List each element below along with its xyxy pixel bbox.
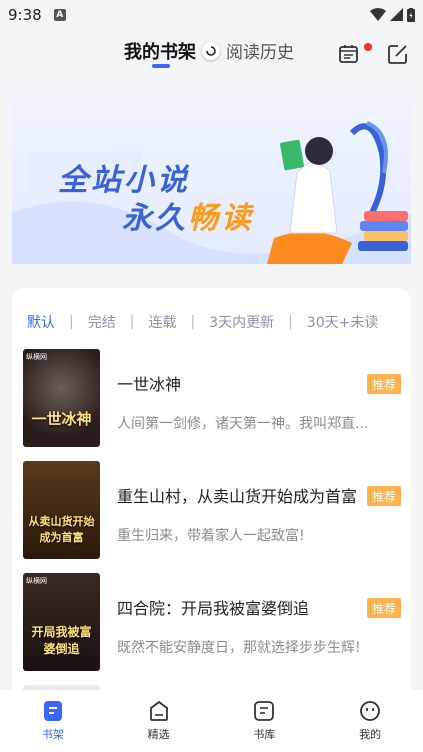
filter-bar: 默认 | 完结 | 连载 | 3天内更新 | 30天+未读 xyxy=(27,312,378,332)
recommend-badge: 推荐 xyxy=(367,598,401,618)
cover-tag: 纵横网 xyxy=(26,353,47,361)
signal-icon xyxy=(390,8,403,21)
cover-title: 开局我被富婆倒追 xyxy=(31,625,92,656)
filter-serializing[interactable]: 连载 xyxy=(148,312,176,332)
recommend-badge: 推荐 xyxy=(367,374,401,394)
battery-icon xyxy=(407,8,415,22)
nav-bookshelf[interactable]: 书架 xyxy=(0,690,106,752)
nav-label: 书库 xyxy=(253,728,276,741)
nav-label: 我的 xyxy=(359,728,382,741)
book-item[interactable]: 从卖山货开始成为首富 重生山村，从卖山货开始成为首富 重生归来，带着家人一起致富… xyxy=(23,461,401,559)
tab-indicator xyxy=(152,64,170,68)
book-title: 一世冰神 xyxy=(117,375,182,394)
book-cover[interactable]: 纵横网 开局我被富婆倒追 xyxy=(23,573,100,671)
nav-profile[interactable]: 我的 xyxy=(317,690,423,752)
status-icons xyxy=(370,8,415,22)
status-time: 9:38 xyxy=(8,6,42,24)
banner-sub-a: 永久 xyxy=(122,201,188,236)
promo-banner[interactable]: 全站小说 永久畅读 xyxy=(12,93,411,264)
loading-spinner-icon xyxy=(202,42,220,60)
book-item[interactable]: 纵横网 开局我被富婆倒追 四合院：开局我被富婆倒追 既然不能安静度日，那就选择步… xyxy=(23,573,401,671)
filter-separator: | xyxy=(288,314,293,330)
nav-featured[interactable]: 精选 xyxy=(106,690,212,752)
filter-unread-30days[interactable]: 30天+未读 xyxy=(307,312,379,332)
filter-separator: | xyxy=(69,314,74,330)
banner-subheadline: 永久畅读 xyxy=(122,193,254,237)
recommend-badge: 推荐 xyxy=(367,486,401,506)
cover-title: 一世冰神 xyxy=(31,410,92,428)
cover-tag: 纵横网 xyxy=(26,577,47,585)
book-cover[interactable]: 从卖山货开始成为首富 xyxy=(23,461,100,559)
header: 我的书架 阅读历史 xyxy=(0,30,423,76)
bookshelf-icon xyxy=(43,701,62,721)
bottom-nav: 书架 精选 书库 我的 xyxy=(0,690,423,752)
filter-default[interactable]: 默认 xyxy=(27,312,55,332)
bookshelf-card: 默认 | 完结 | 连载 | 3天内更新 | 30天+未读 纵横网 一世冰神 一… xyxy=(12,288,411,708)
profile-icon xyxy=(360,701,381,721)
notification-icon: A xyxy=(53,9,66,21)
filter-finished[interactable]: 完结 xyxy=(88,312,116,332)
banner-sub-b: 畅读 xyxy=(188,201,254,236)
nav-label: 精选 xyxy=(147,728,170,741)
edit-icon xyxy=(388,45,407,64)
tab-reading-history[interactable]: 阅读历史 xyxy=(226,38,294,63)
nav-library[interactable]: 书库 xyxy=(212,690,318,752)
book-description: 重生归来，带着家人一起致富! xyxy=(117,528,305,544)
book-title: 四合院：开局我被富婆倒追 xyxy=(117,599,310,618)
book-title: 重生山村，从卖山货开始成为首富 xyxy=(117,487,358,506)
tab-my-shelf[interactable]: 我的书架 xyxy=(124,38,196,64)
wifi-icon xyxy=(370,8,386,21)
nav-label: 书架 xyxy=(41,728,64,741)
calendar-icon xyxy=(339,45,358,63)
filter-separator: | xyxy=(190,314,196,330)
status-bar: 9:38 A xyxy=(0,0,423,30)
checkin-calendar-button[interactable] xyxy=(337,42,361,66)
library-icon xyxy=(254,701,275,721)
filter-separator: | xyxy=(129,314,135,330)
book-cover[interactable]: 纵横网 一世冰神 xyxy=(23,349,100,447)
book-item[interactable]: 纵横网 一世冰神 一世冰神 人间第一剑修，诸天第一神。我叫郑直... 推荐 xyxy=(23,349,401,447)
featured-icon xyxy=(149,700,168,721)
filter-updated-3days[interactable]: 3天内更新 xyxy=(209,312,274,332)
cover-title: 从卖山货开始成为首富 xyxy=(28,515,95,544)
book-description: 既然不能安静度日，那就选择步步生辉! xyxy=(117,640,361,656)
edit-button[interactable] xyxy=(386,42,410,66)
notification-dot xyxy=(364,43,372,51)
book-description: 人间第一剑修，诸天第一神。我叫郑直... xyxy=(117,416,369,432)
